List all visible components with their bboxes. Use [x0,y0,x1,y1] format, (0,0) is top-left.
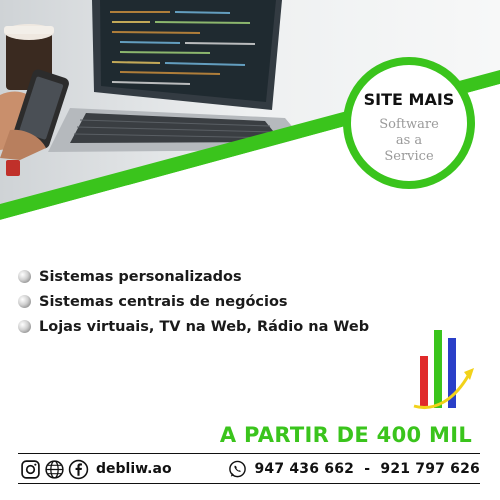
facebook-icon[interactable] [68,459,89,480]
badge-subtitle: Software as a Service [379,117,439,164]
feature-item: Sistemas centrais de negócios [18,289,369,314]
bullet-icon [18,320,31,333]
badge-title: SITE MAIS [363,90,455,109]
offer-badge: SITE MAIS Software as a Service [343,57,475,189]
ad-banner: SITE MAIS Software as a Service Sistemas… [0,0,500,500]
web-icon[interactable] [44,459,65,480]
instagram-icon[interactable] [20,459,41,480]
price-headline: A PARTIR DE 400 MIL [219,423,472,447]
feature-item: Sistemas personalizados [18,264,369,289]
feature-item: Lojas virtuais, TV na Web, Rádio na Web [18,314,369,339]
contact-footer: debliw.ao 947 436 662 - 921 797 626 [20,456,480,482]
feature-text: Sistemas personalizados [39,268,242,285]
footer-divider-top [18,453,480,454]
footer-divider-bottom [18,483,480,484]
growth-chart-icon [413,330,474,409]
feature-list: Sistemas personalizados Sistemas centrai… [18,264,369,339]
website-handle[interactable]: debliw.ao [96,461,172,477]
bullet-icon [18,270,31,283]
whatsapp-icon [229,460,247,477]
bullet-icon [18,295,31,308]
feature-text: Lojas virtuais, TV na Web, Rádio na Web [39,318,370,335]
feature-text: Sistemas centrais de negócios [39,293,288,310]
phone-numbers[interactable]: 947 436 662 - 921 797 626 [254,461,480,477]
